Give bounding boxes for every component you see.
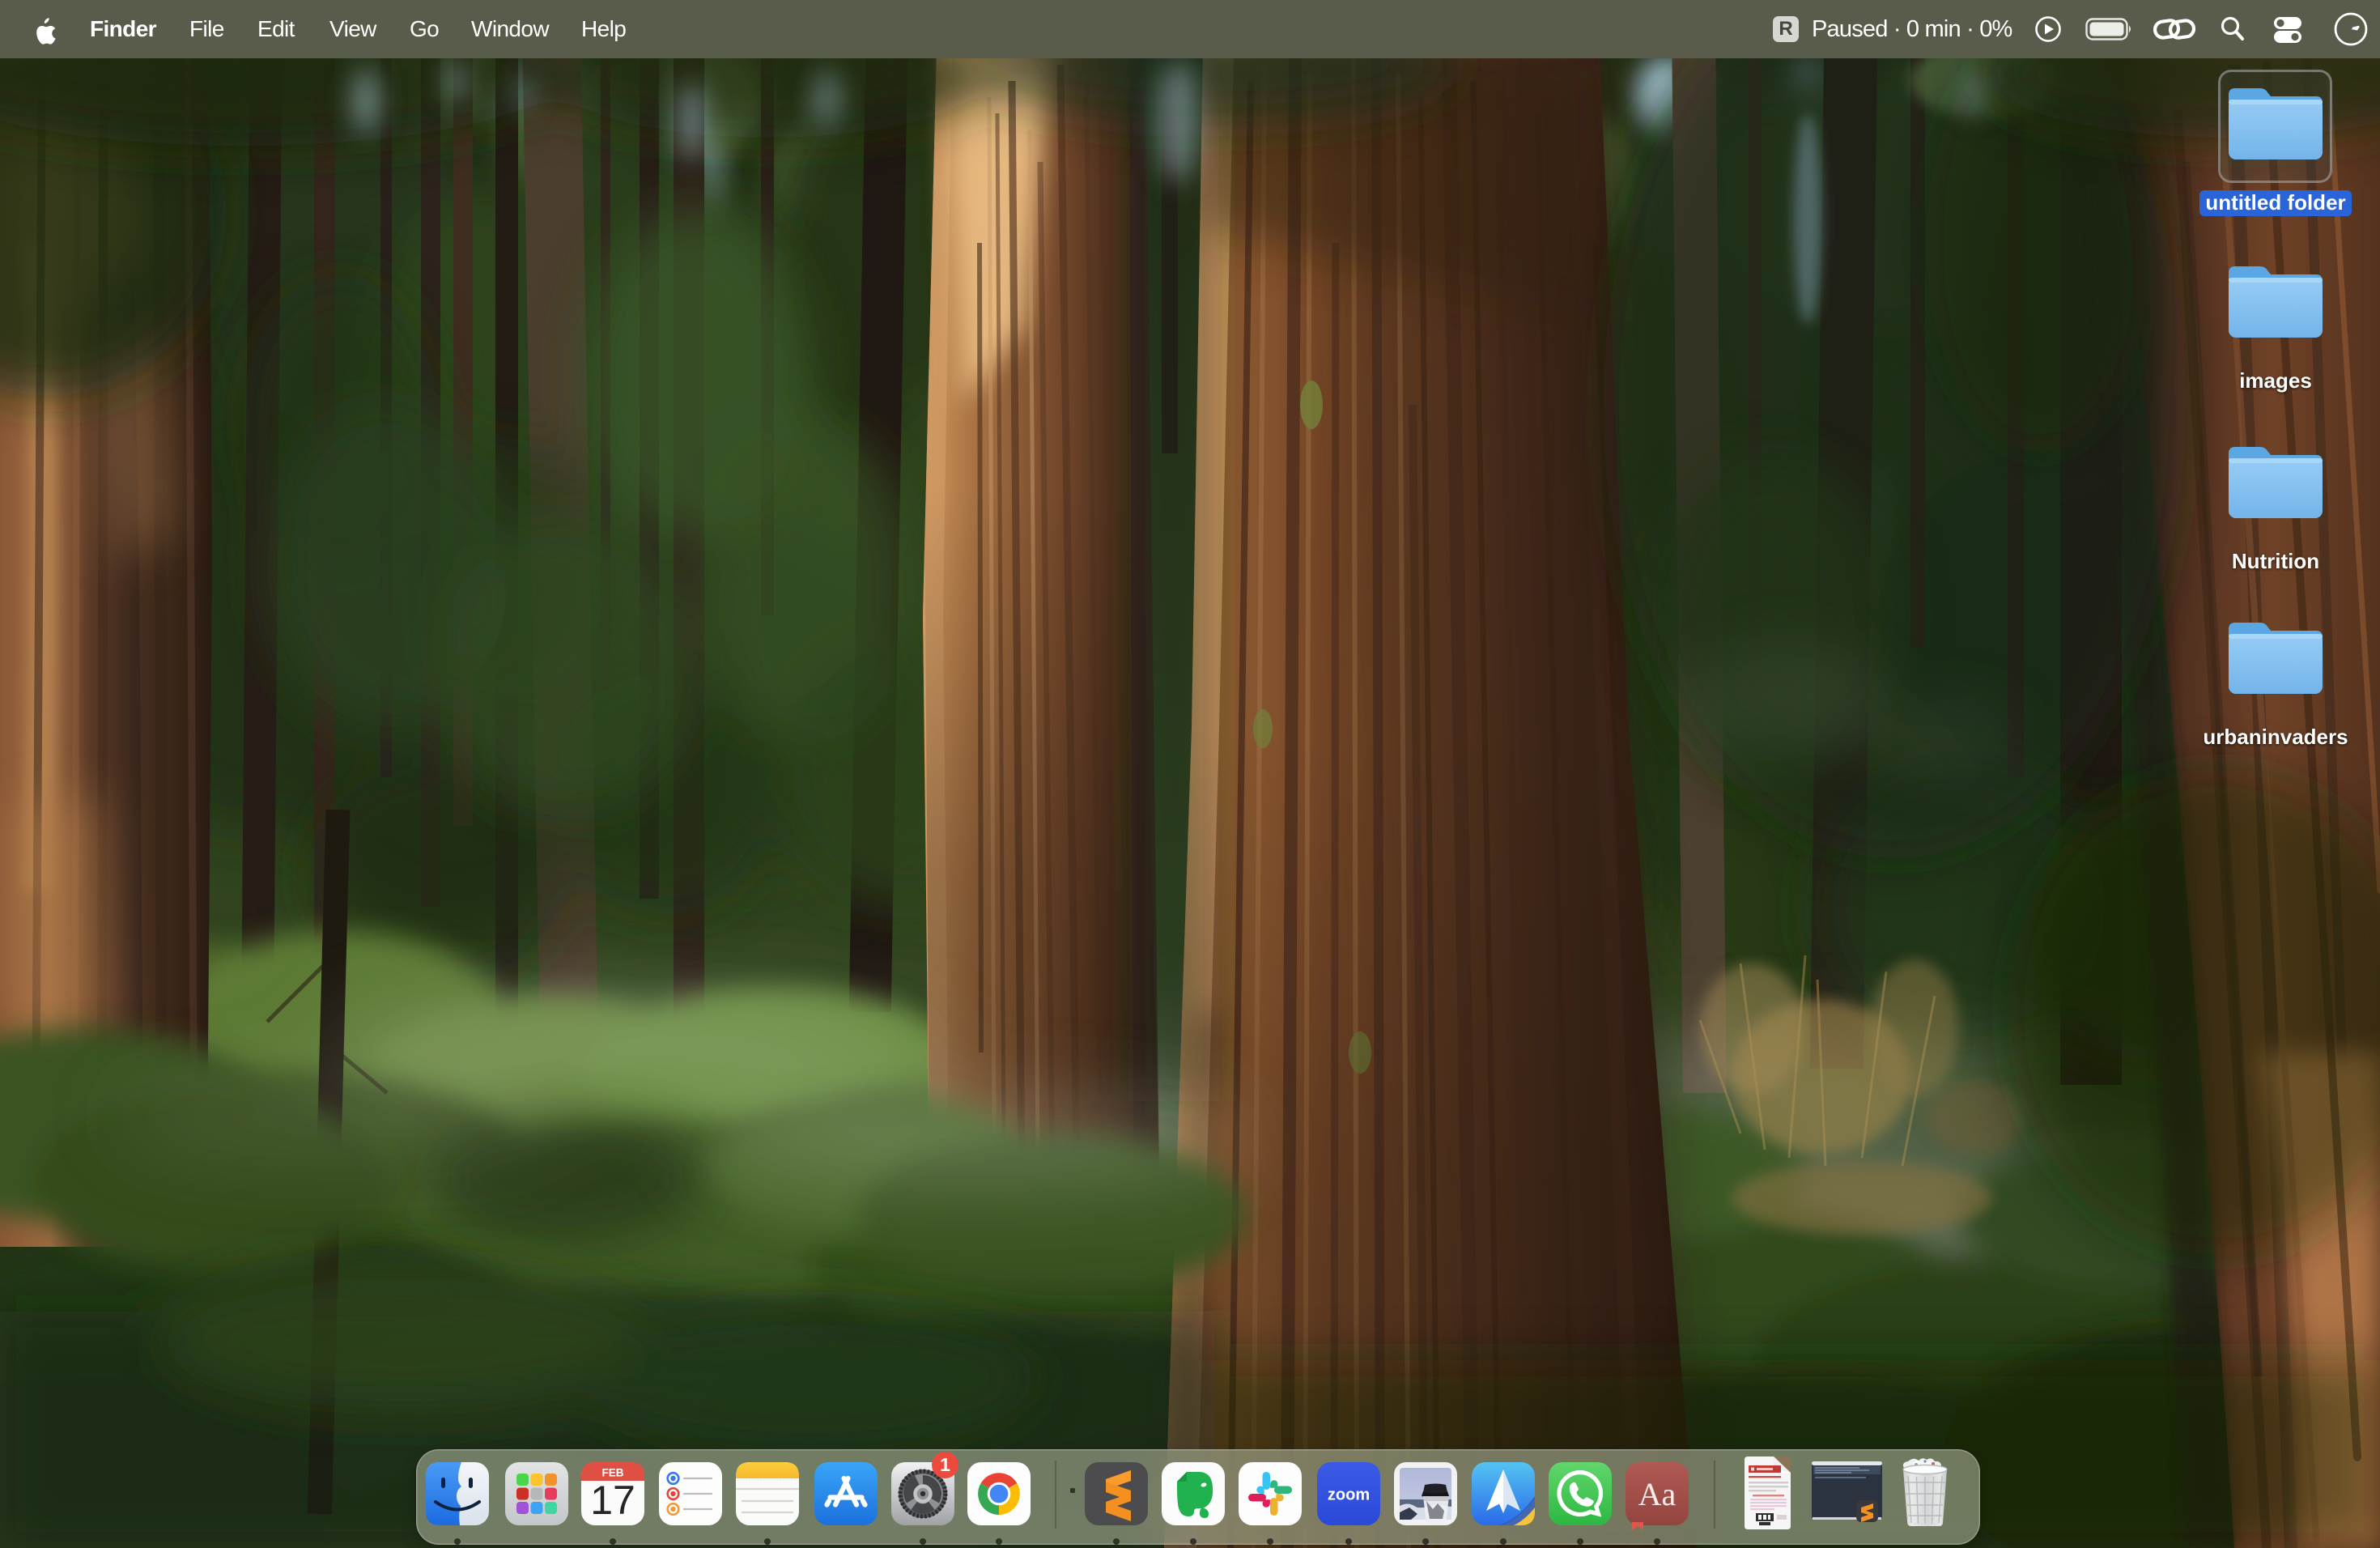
svg-text:zoom: zoom	[1328, 1486, 1370, 1504]
svg-text:Aa: Aa	[1638, 1476, 1677, 1512]
svg-text:17: 17	[590, 1478, 635, 1523]
